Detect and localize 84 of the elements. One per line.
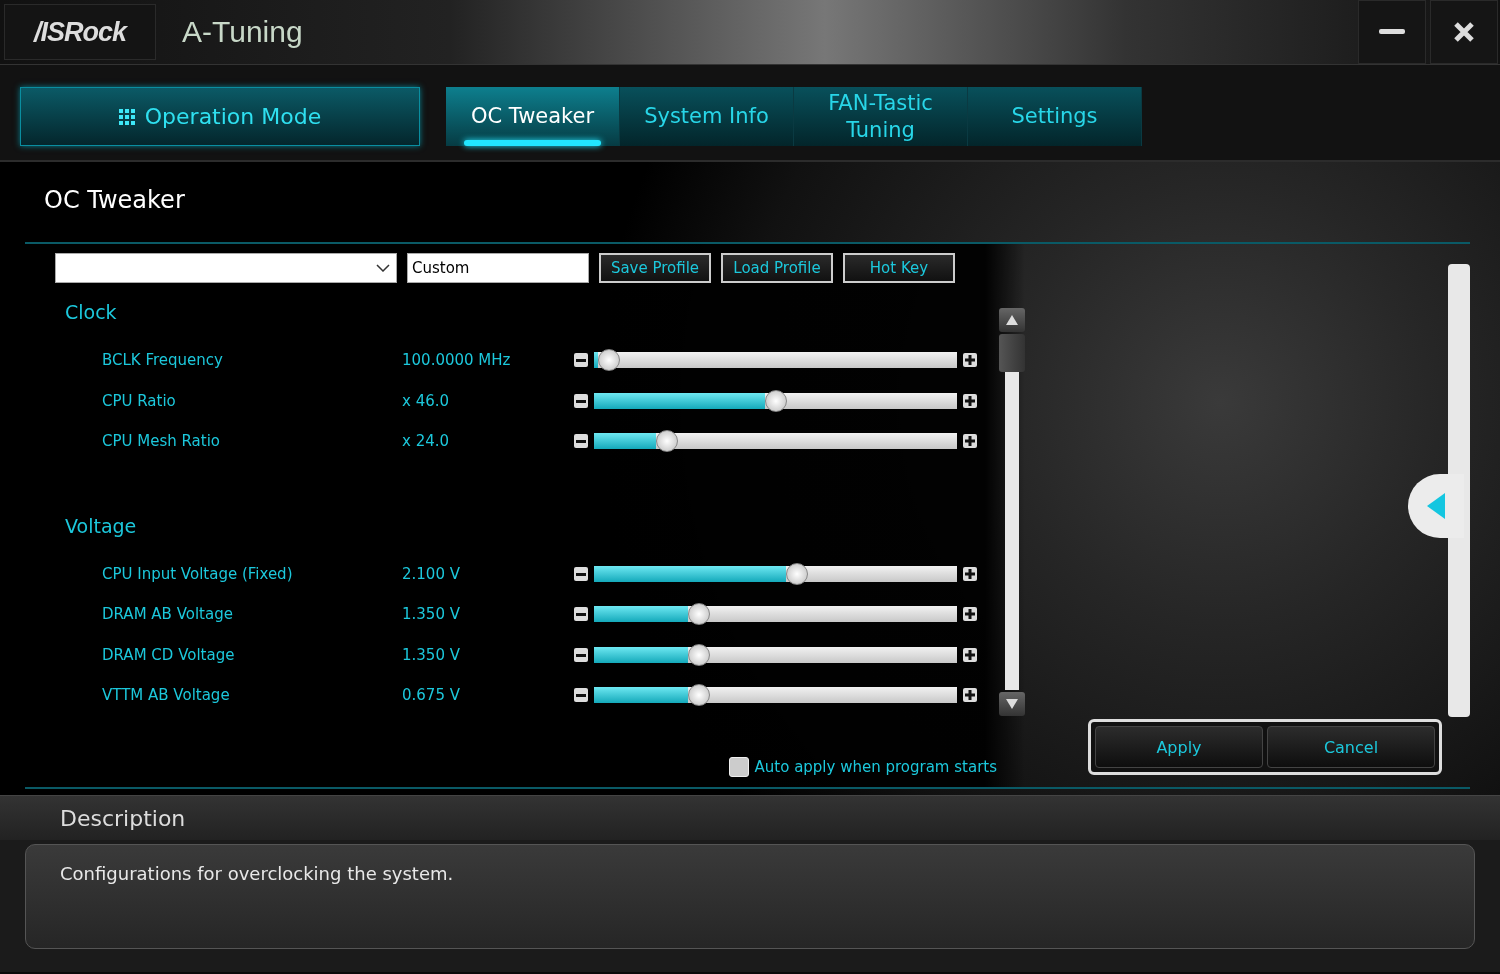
auto-apply-label: Auto apply when program starts — [754, 758, 997, 776]
description-heading: Description — [60, 805, 186, 831]
setting-value: 0.675 V — [402, 686, 461, 705]
nav-tab[interactable]: OC Tweaker — [446, 87, 620, 146]
nav-tab[interactable]: System Info — [620, 87, 794, 146]
plus-icon — [965, 609, 975, 620]
setting-value: 1.350 V — [402, 645, 461, 664]
decrease-button[interactable] — [574, 607, 588, 622]
setting-label: CPU Mesh Ratio — [102, 432, 222, 451]
description-text: Configurations for overclocking the system. — [60, 863, 454, 884]
auto-apply-checkbox[interactable] — [728, 757, 749, 777]
section-heading: Voltage — [65, 514, 137, 537]
plus-icon — [965, 395, 975, 406]
minimize-icon — [1379, 29, 1405, 35]
slider-track[interactable] — [594, 606, 957, 623]
slider-thumb[interactable] — [655, 430, 678, 453]
toolbar-button[interactable]: Save Profile — [599, 253, 711, 283]
close-button[interactable] — [1430, 0, 1498, 64]
setting-label: DRAM CD Voltage — [102, 645, 236, 664]
slider-thumb[interactable] — [688, 643, 711, 666]
slider-track[interactable] — [594, 687, 957, 704]
setting-value: 1.350 V — [402, 605, 461, 624]
plus-icon — [965, 355, 975, 366]
setting-value: 100.0000 MHz — [402, 351, 512, 370]
triangle-left-icon — [1427, 493, 1445, 519]
section-heading: Clock — [65, 301, 117, 323]
decrease-button[interactable] — [574, 393, 588, 408]
setting-value: x 46.0 — [402, 391, 451, 410]
grid-icon — [118, 108, 135, 125]
app-logo: /ISRock — [4, 4, 156, 60]
nav-tab[interactable]: FAN-Tastic Tuning — [794, 87, 968, 146]
scrollbar-thumb[interactable] — [999, 334, 1025, 372]
increase-button[interactable] — [963, 393, 977, 408]
decrease-button[interactable] — [574, 566, 588, 581]
slider-track[interactable] — [594, 392, 957, 409]
setting-value: 2.100 V — [402, 564, 461, 583]
action-button[interactable]: Apply — [1095, 726, 1263, 768]
setting-label: BCLK Frequency — [102, 351, 224, 370]
setting-label: DRAM AB Voltage — [102, 605, 234, 624]
side-panel-toggle[interactable] — [1408, 474, 1464, 538]
toolbar-button[interactable]: Load Profile — [721, 253, 833, 283]
setting-label: CPU Input Voltage (Fixed) — [102, 564, 294, 583]
operation-mode-button[interactable]: Operation Mode — [20, 87, 420, 146]
chevron-down-icon — [376, 264, 390, 272]
slider-thumb[interactable] — [786, 562, 809, 585]
page-title: OC Tweaker — [44, 186, 185, 214]
plus-icon — [965, 649, 975, 660]
triangle-up-icon — [1006, 315, 1018, 325]
scroll-up-button[interactable] — [999, 308, 1025, 332]
slider-thumb[interactable] — [764, 389, 787, 412]
profile-name-field[interactable]: Custom — [407, 253, 589, 283]
slider-thumb[interactable] — [597, 349, 620, 372]
plus-icon — [965, 568, 975, 579]
slider-track[interactable] — [594, 352, 957, 369]
setting-value: x 24.0 — [402, 432, 451, 451]
plus-icon — [965, 690, 975, 701]
setting-label: CPU Ratio — [102, 391, 177, 410]
minimize-button[interactable] — [1358, 0, 1426, 64]
action-button[interactable]: Cancel — [1267, 726, 1435, 768]
slider-fill — [594, 433, 656, 450]
nav-tab[interactable]: Settings — [968, 87, 1142, 146]
increase-button[interactable] — [963, 434, 977, 449]
plus-icon — [965, 436, 975, 447]
scroll-down-button[interactable] — [999, 692, 1025, 716]
increase-button[interactable] — [963, 353, 977, 368]
decrease-button[interactable] — [574, 353, 588, 368]
increase-button[interactable] — [963, 688, 977, 703]
slider-track[interactable] — [594, 565, 957, 582]
toolbar-button[interactable]: Hot Key — [843, 253, 955, 283]
slider-track[interactable] — [594, 433, 957, 450]
decrease-button[interactable] — [574, 434, 588, 449]
slider-track[interactable] — [594, 646, 957, 663]
slider-fill — [594, 352, 598, 369]
window-title: A-Tuning — [182, 15, 303, 49]
close-icon — [1453, 21, 1475, 43]
slider-thumb[interactable] — [688, 684, 711, 707]
decrease-button[interactable] — [574, 688, 588, 703]
triangle-down-icon — [1006, 699, 1018, 709]
increase-button[interactable] — [963, 607, 977, 622]
slider-thumb[interactable] — [688, 603, 711, 626]
setting-label: VTTM AB Voltage — [102, 686, 231, 705]
increase-button[interactable] — [963, 566, 977, 581]
decrease-button[interactable] — [574, 647, 588, 662]
increase-button[interactable] — [963, 647, 977, 662]
